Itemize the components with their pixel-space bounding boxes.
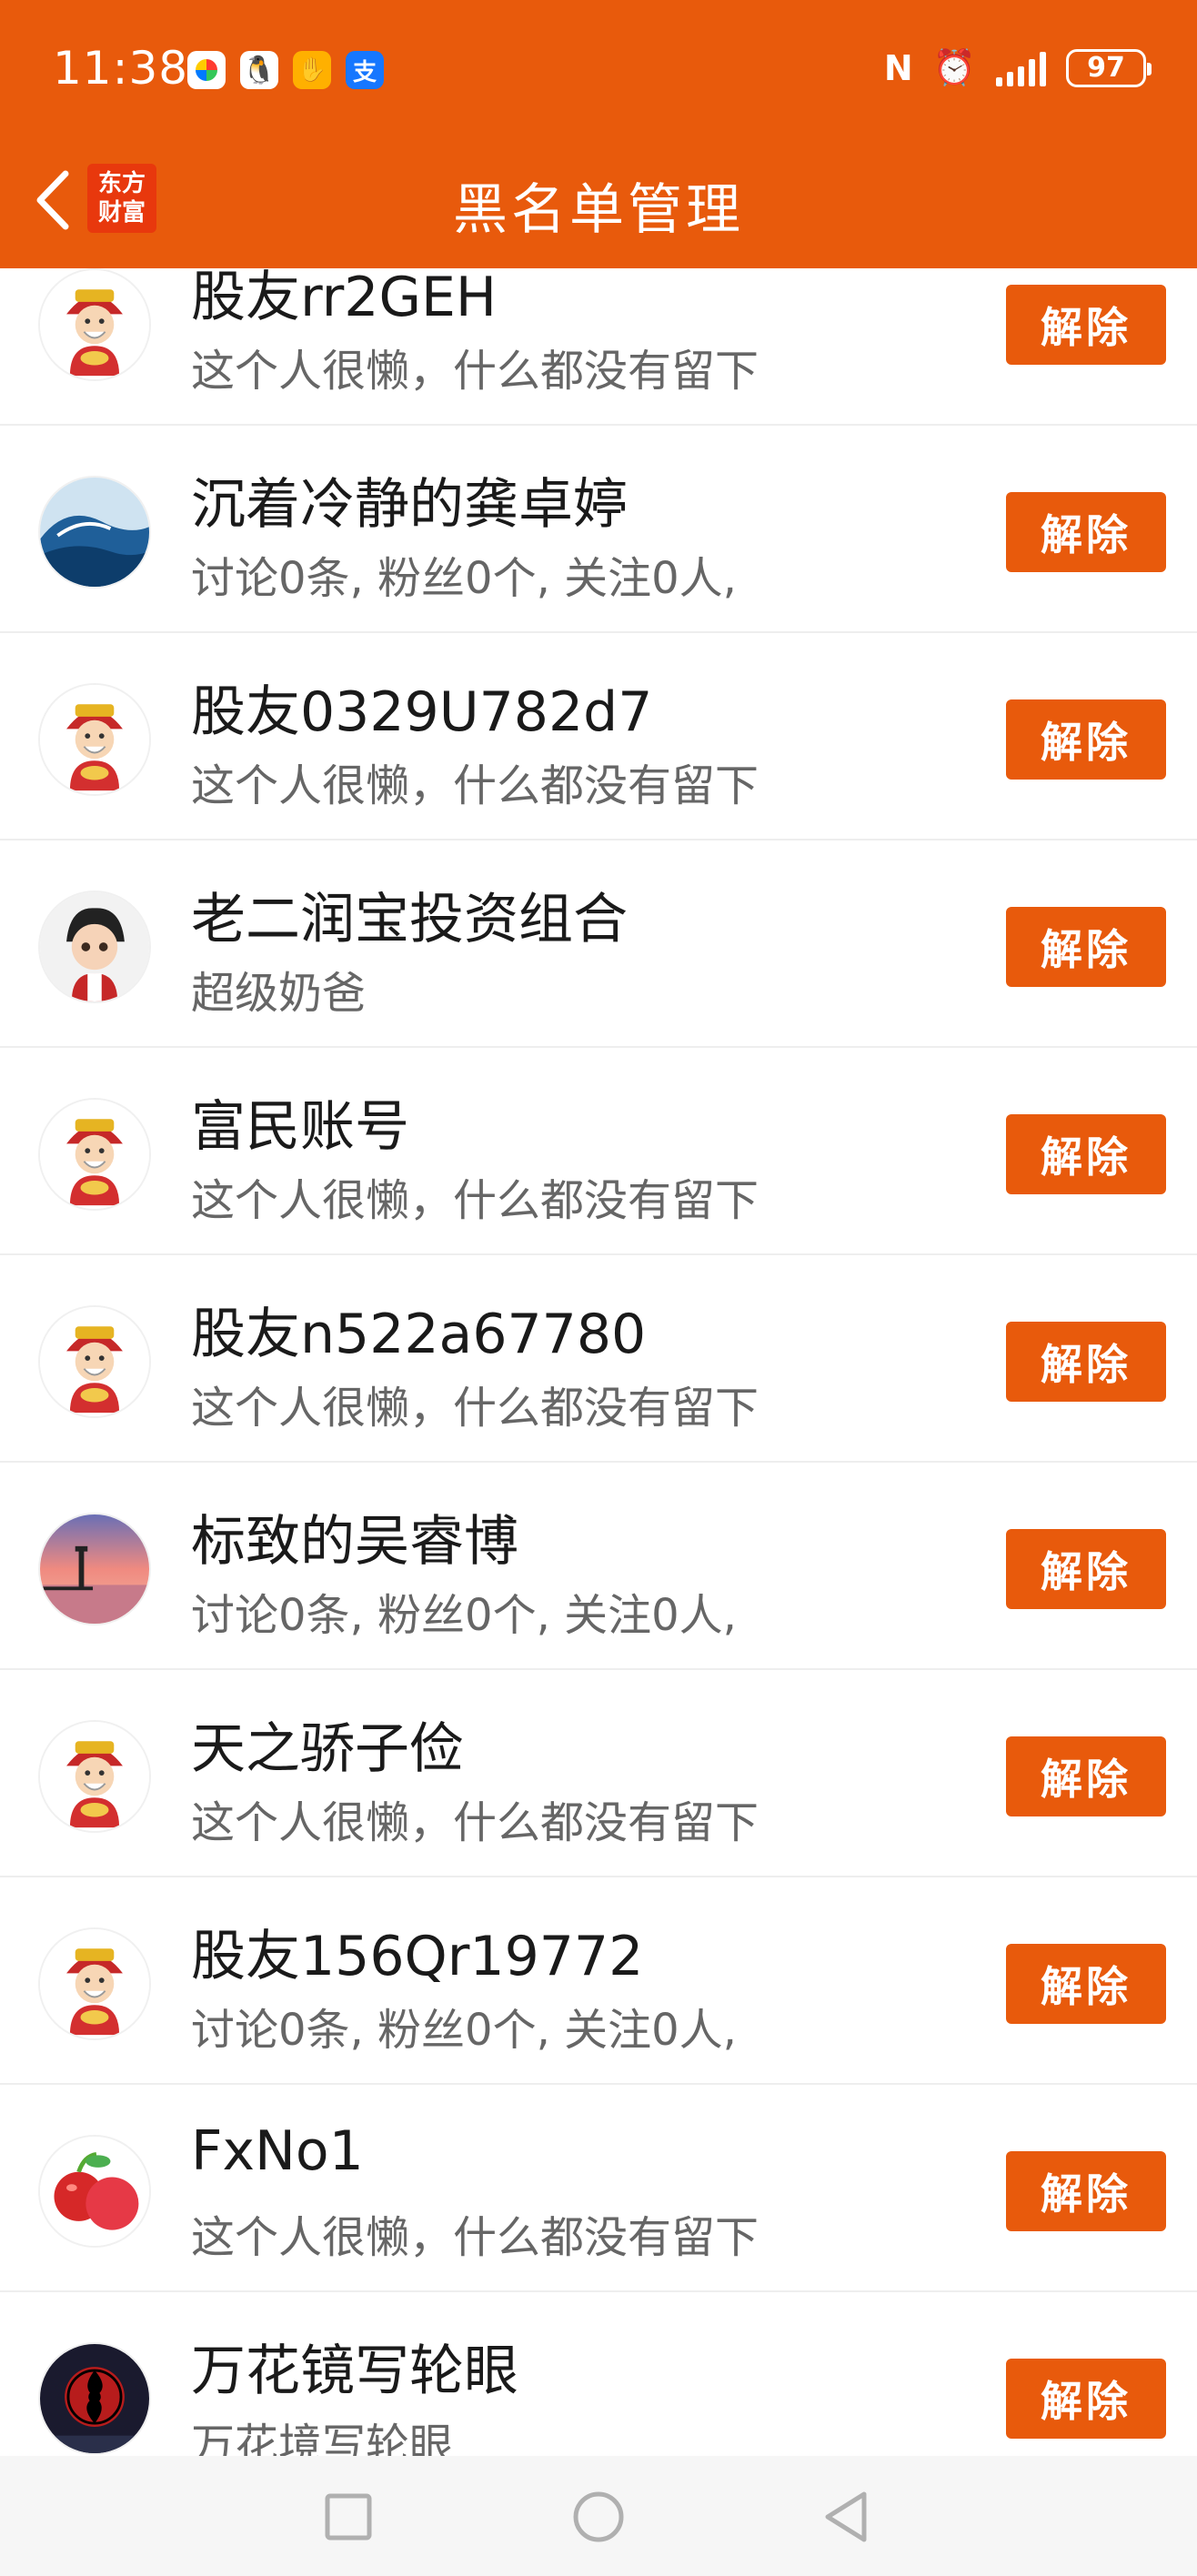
list-item[interactable]: 股友0329U782d7 这个人很懒，什么都没有留下 解除: [0, 633, 1197, 840]
avatar[interactable]: [38, 268, 151, 381]
list-item[interactable]: 富民账号这个人很懒，什么都没有留下 解除: [0, 1048, 1197, 1255]
unblock-button[interactable]: 解除: [1006, 1736, 1166, 1816]
user-name: 股友rr2GEH: [191, 268, 497, 329]
recent-apps-button[interactable]: [320, 2489, 377, 2545]
unblock-button[interactable]: 解除: [1006, 492, 1166, 572]
unblock-button[interactable]: 解除: [1006, 1114, 1166, 1194]
user-name: 沉着冷静的龚卓婷: [191, 473, 628, 537]
avatar[interactable]: [38, 683, 151, 796]
user-description: 超级奶爸: [191, 968, 367, 1019]
list-item[interactable]: 股友n522a67780 这个人很懒，什么都没有留下 解除: [0, 1255, 1197, 1463]
unblock-button[interactable]: 解除: [1006, 285, 1166, 365]
unblock-button[interactable]: 解除: [1006, 2151, 1166, 2231]
back-triangle-icon: [825, 2491, 867, 2542]
recent-apps-icon: [325, 2493, 372, 2541]
user-name: 老二润宝投资组合: [191, 888, 628, 951]
alipay-icon: 支: [346, 51, 384, 89]
status-time: 11:38: [53, 42, 189, 95]
top-bar: 11:38 🐧 ✋ 支 N ⏰ 97 东方 财富 黑名单管理: [0, 0, 1197, 268]
unblock-button[interactable]: 解除: [1006, 1322, 1166, 1402]
list-item[interactable]: 老二润宝投资组合超级奶爸 解除: [0, 840, 1197, 1048]
user-description: 这个人很懒，什么都没有留下: [191, 1797, 759, 1848]
list-item[interactable]: 股友rr2GEH 这个人很懒，什么都没有留下 解除: [0, 268, 1197, 426]
avatar[interactable]: [38, 1927, 151, 2040]
unblock-button[interactable]: 解除: [1006, 1944, 1166, 2024]
user-name: 股友156Qr19772: [191, 1925, 644, 1988]
list-item[interactable]: 天之骄子俭这个人很懒，什么都没有留下 解除: [0, 1670, 1197, 1877]
color-app-icon: [187, 51, 226, 89]
avatar[interactable]: [38, 476, 151, 589]
user-name: 标致的吴睿博: [191, 1510, 518, 1574]
list-item[interactable]: FxNo1 这个人很懒，什么都没有留下 解除: [0, 2085, 1197, 2292]
user-description: 这个人很懒，什么都没有留下: [191, 1175, 759, 1226]
alarm-icon: ⏰: [932, 47, 976, 87]
user-description: 这个人很懒，什么都没有留下: [191, 346, 759, 397]
list-item[interactable]: 股友156Qr19772 讨论0条, 粉丝0个, 关注0人, 解除: [0, 1877, 1197, 2085]
nav-back-button[interactable]: [819, 2489, 875, 2545]
avatar[interactable]: [38, 2342, 151, 2455]
avatar[interactable]: [38, 1720, 151, 1833]
avatar[interactable]: [38, 1098, 151, 1211]
header: 东方 财富 黑名单管理: [0, 136, 1197, 268]
list-item[interactable]: 沉着冷静的龚卓婷讨论0条, 粉丝0个, 关注0人, 解除: [0, 426, 1197, 633]
user-name: 天之骄子俭: [191, 1717, 464, 1781]
battery-icon: 97: [1066, 48, 1152, 87]
avatar[interactable]: [38, 1305, 151, 1418]
orange-app-icon: ✋: [293, 51, 331, 89]
status-right: N ⏰ 97: [883, 47, 1152, 88]
user-description: 这个人很懒，什么都没有留下: [191, 1383, 759, 1434]
nfc-icon: N: [883, 47, 913, 88]
list-item[interactable]: 万花镜写轮眼万花境写轮眼 解除: [0, 2292, 1197, 2456]
unblock-button[interactable]: 解除: [1006, 1529, 1166, 1609]
signal-icon: [996, 50, 1046, 86]
avatar[interactable]: [38, 1513, 151, 1625]
user-name: 万花镜写轮眼: [191, 2340, 518, 2403]
user-description: 讨论0条, 粉丝0个, 关注0人,: [191, 1590, 737, 1641]
home-icon: [573, 2491, 624, 2542]
qq-icon: 🐧: [240, 51, 278, 89]
user-description: 这个人很懒，什么都没有留下: [191, 760, 759, 811]
status-app-icons: 🐧 ✋ 支: [187, 51, 384, 89]
system-nav-bar: [0, 2456, 1197, 2576]
avatar[interactable]: [38, 2135, 151, 2248]
unblock-button[interactable]: 解除: [1006, 699, 1166, 780]
unblock-button[interactable]: 解除: [1006, 907, 1166, 987]
battery-level: 97: [1087, 52, 1125, 84]
user-description: 这个人很懒，什么都没有留下: [191, 2212, 759, 2263]
user-name: 富民账号: [191, 1095, 409, 1159]
user-name: 股友0329U782d7: [191, 680, 653, 744]
home-button[interactable]: [570, 2489, 627, 2545]
user-description: 讨论0条, 粉丝0个, 关注0人,: [191, 553, 737, 604]
user-name: 股友n522a67780: [191, 1303, 647, 1366]
user-description: 万花境写轮眼: [191, 2420, 454, 2456]
status-bar: 11:38 🐧 ✋ 支 N ⏰ 97: [0, 0, 1197, 136]
unblock-button[interactable]: 解除: [1006, 2359, 1166, 2439]
avatar[interactable]: [38, 891, 151, 1003]
user-description: 讨论0条, 粉丝0个, 关注0人,: [191, 2005, 737, 2056]
user-name: FxNo1: [191, 2119, 364, 2183]
blacklist: 股友rr2GEH 这个人很懒，什么都没有留下 解除 沉着冷静的龚卓婷 讨论0条, 粉丝0…: [0, 268, 1197, 2456]
page-title: 黑名单管理: [453, 178, 744, 242]
list-item[interactable]: 标致的吴睿博讨论0条, 粉丝0个, 关注0人, 解除: [0, 1463, 1197, 1670]
